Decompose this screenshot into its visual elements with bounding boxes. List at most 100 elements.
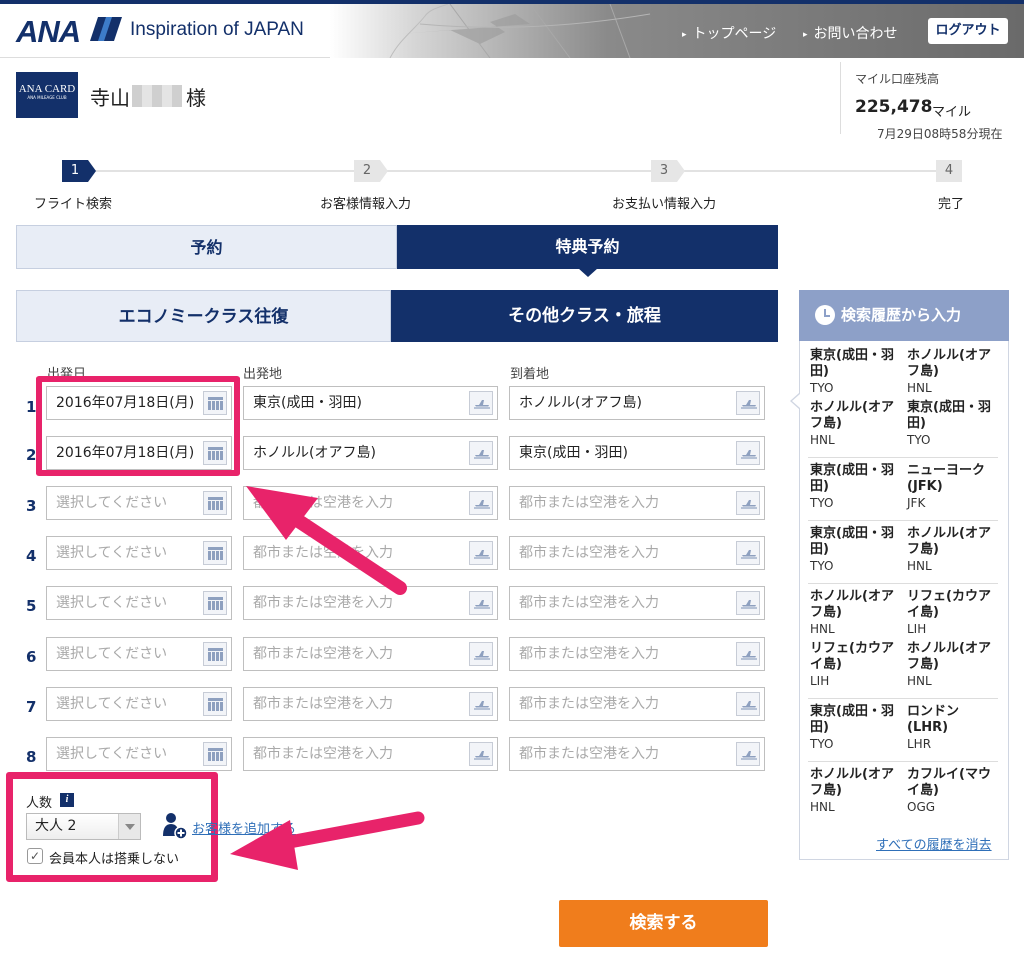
history-city[interactable]: ホノルル(オアフ島): [810, 767, 902, 799]
calendar-icon[interactable]: [203, 642, 227, 666]
airplane-icon[interactable]: [469, 491, 493, 515]
airplane-icon[interactable]: [736, 642, 760, 666]
airplane-icon[interactable]: [736, 692, 760, 716]
to-input-8[interactable]: 都市または空港を入力: [509, 737, 765, 771]
info-icon[interactable]: i: [60, 793, 74, 807]
calendar-icon[interactable]: [203, 541, 227, 565]
history-code: HNL: [907, 559, 932, 573]
history-city[interactable]: ニューヨーク(JFK): [907, 463, 999, 495]
history-city[interactable]: 東京(成田・羽田): [810, 463, 902, 495]
airplane-glyph: [474, 701, 490, 710]
ana-logo[interactable]: ANA: [16, 14, 81, 50]
from-input-7[interactable]: 都市または空港を入力: [243, 687, 498, 721]
to-input-6[interactable]: 都市または空港を入力: [509, 637, 765, 671]
date-input-7[interactable]: 選択してください: [46, 687, 232, 721]
to-input-3[interactable]: 都市または空港を入力: [509, 486, 765, 520]
history-code: HNL: [907, 381, 932, 395]
airplane-icon[interactable]: [736, 441, 760, 465]
history-city[interactable]: 東京(成田・羽田): [907, 400, 999, 432]
step-4: 4: [936, 160, 962, 182]
airplane-icon[interactable]: [469, 692, 493, 716]
to-input-5[interactable]: 都市または空港を入力: [509, 586, 765, 620]
history-city[interactable]: ホノルル(オアフ島): [810, 589, 902, 621]
calendar-icon[interactable]: [203, 692, 227, 716]
airplane-icon[interactable]: [469, 541, 493, 565]
not-boarding-label: 会員本人は搭乗しない: [49, 852, 180, 867]
row-number: 6: [26, 648, 37, 666]
airplane-icon[interactable]: [736, 591, 760, 615]
calendar-icon[interactable]: [203, 491, 227, 515]
date-input-4[interactable]: 選択してください: [46, 536, 232, 570]
history-city[interactable]: 東京(成田・羽田): [810, 348, 902, 380]
from-input-5-text: 都市または空港を入力: [253, 595, 393, 611]
history-city[interactable]: カフルイ(マウイ島): [907, 767, 999, 799]
airplane-icon[interactable]: [736, 541, 760, 565]
history-city[interactable]: ホノルル(オアフ島): [907, 348, 999, 380]
calendar-icon[interactable]: [203, 742, 227, 766]
history-code: TYO: [810, 737, 834, 751]
date-input-6[interactable]: 選択してください: [46, 637, 232, 671]
history-separator: [808, 583, 998, 584]
from-input-4-text: 都市または空港を入力: [253, 545, 393, 561]
tab-economy-roundtrip[interactable]: エコノミークラス往復: [16, 290, 391, 342]
calendar-icon[interactable]: [203, 591, 227, 615]
date-input-5[interactable]: 選択してください: [46, 586, 232, 620]
history-code: LHR: [907, 737, 932, 751]
history-city[interactable]: 東京(成田・羽田): [810, 704, 902, 736]
row-number: 5: [26, 597, 37, 615]
history-city[interactable]: ホノルル(オアフ島): [907, 526, 999, 558]
airplane-icon[interactable]: [736, 391, 760, 415]
step-1-label: フライト検索: [34, 197, 113, 212]
history-code: HNL: [810, 800, 835, 814]
to-input-3-text: 都市または空港を入力: [519, 495, 659, 511]
airplane-icon[interactable]: [736, 491, 760, 515]
to-input-2[interactable]: 東京(成田・羽田): [509, 436, 765, 470]
airplane-icon[interactable]: [736, 742, 760, 766]
from-input-2[interactable]: ホノルル(オアフ島): [243, 436, 498, 470]
logout-button[interactable]: ログアウト: [928, 18, 1008, 44]
history-separator: [808, 457, 998, 458]
history-city[interactable]: 東京(成田・羽田): [810, 526, 902, 558]
airplane-icon[interactable]: [469, 642, 493, 666]
airplane-glyph: [474, 751, 490, 760]
to-input-7-text: 都市または空港を入力: [519, 696, 659, 712]
date-input-3[interactable]: 選択してください: [46, 486, 232, 520]
add-passenger-icon[interactable]: [162, 812, 188, 840]
airplane-glyph: [741, 701, 757, 710]
from-input-6[interactable]: 都市または空港を入力: [243, 637, 498, 671]
search-button[interactable]: 検索する: [559, 900, 768, 947]
clear-history-link[interactable]: すべての履歴を消去: [876, 834, 992, 853]
tab-reserve[interactable]: 予約: [16, 225, 397, 269]
from-input-5[interactable]: 都市または空港を入力: [243, 586, 498, 620]
pax-count-select[interactable]: 大人 2: [26, 813, 141, 840]
airplane-icon[interactable]: [469, 391, 493, 415]
history-city[interactable]: ホノルル(オアフ島): [907, 641, 999, 673]
tab-other-class-itinerary[interactable]: その他クラス・旅程: [391, 290, 778, 342]
airplane-icon[interactable]: [469, 742, 493, 766]
top-page-link[interactable]: ▸ トップページ: [682, 23, 776, 43]
airplane-icon[interactable]: [469, 591, 493, 615]
from-input-3[interactable]: 都市または空港を入力: [243, 486, 498, 520]
date-input-8[interactable]: 選択してください: [46, 737, 232, 771]
contact-link[interactable]: ▸ お問い合わせ: [803, 23, 898, 43]
miles-unit: マイル: [932, 105, 972, 120]
name-redaction: [132, 85, 182, 107]
from-input-4[interactable]: 都市または空港を入力: [243, 536, 498, 570]
history-city[interactable]: ホノルル(オアフ島): [810, 400, 902, 432]
top-page-label[interactable]: トップページ: [693, 26, 777, 42]
from-input-8[interactable]: 都市または空港を入力: [243, 737, 498, 771]
airplane-icon[interactable]: [469, 441, 493, 465]
to-input-1[interactable]: ホノルル(オアフ島): [509, 386, 765, 420]
history-city[interactable]: ロンドン(LHR): [907, 704, 999, 736]
tab-award-reserve[interactable]: 特典予約: [397, 225, 778, 269]
add-passenger-link[interactable]: お客様を追加する: [192, 818, 296, 837]
to-input-4[interactable]: 都市または空港を入力: [509, 536, 765, 570]
contact-label[interactable]: お問い合わせ: [814, 26, 898, 42]
from-input-1[interactable]: 東京(成田・羽田): [243, 386, 498, 420]
miles-label: マイル口座残高: [855, 72, 940, 86]
to-input-7[interactable]: 都市または空港を入力: [509, 687, 765, 721]
history-code: TYO: [810, 559, 834, 573]
history-city[interactable]: リフェ(カウアイ島): [907, 589, 999, 621]
not-boarding-checkbox[interactable]: ✓: [27, 848, 43, 864]
history-city[interactable]: リフェ(カウアイ島): [810, 641, 902, 673]
